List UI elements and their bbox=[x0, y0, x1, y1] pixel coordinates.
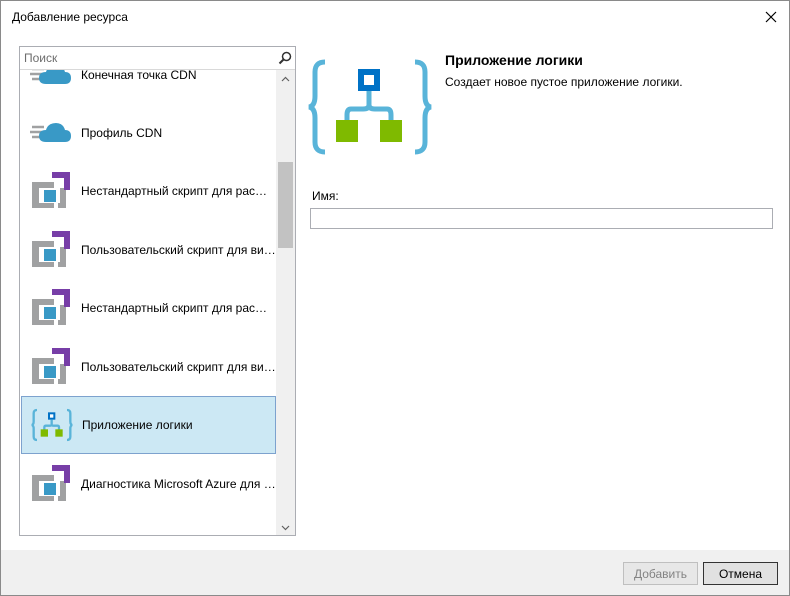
list-item-label: Приложение логики bbox=[82, 418, 193, 432]
resource-list: Конечная точка CDN Профиль CDN Нестандар… bbox=[20, 70, 276, 535]
title-bar: Добавление ресурса bbox=[1, 1, 789, 33]
vm-extension-icon bbox=[30, 170, 72, 212]
scroll-up-button[interactable] bbox=[276, 70, 295, 87]
logic-app-icon bbox=[31, 404, 73, 446]
list-item[interactable]: Пользовательский скрипт для виртуальной … bbox=[21, 221, 276, 279]
list-item-label: Нестандартный скрипт для расширения вирт… bbox=[81, 301, 276, 315]
name-label: Имя: bbox=[312, 189, 339, 203]
scroll-down-button[interactable] bbox=[276, 519, 295, 535]
list-item-label: Профиль CDN bbox=[81, 126, 163, 140]
detail-description: Создает новое пустое приложение логики. bbox=[445, 75, 683, 89]
window-title: Добавление ресурса bbox=[12, 10, 128, 24]
logic-app-icon bbox=[308, 59, 432, 155]
list-item-label: Конечная точка CDN bbox=[81, 70, 197, 82]
detail-title: Приложение логики bbox=[445, 52, 583, 68]
scroll-thumb[interactable] bbox=[278, 162, 293, 248]
chevron-up-icon bbox=[281, 76, 290, 81]
search-icon bbox=[278, 51, 292, 65]
vm-extension-icon bbox=[30, 229, 72, 271]
list-item[interactable]: Пользовательский скрипт для виртуальной … bbox=[21, 338, 276, 396]
list-item-label: Пользовательский скрипт для виртуальной … bbox=[81, 243, 276, 257]
list-item[interactable]: Конечная точка CDN bbox=[21, 70, 276, 104]
list-scrollbar[interactable] bbox=[276, 70, 295, 535]
add-resource-dialog: Добавление ресурса Конечная точка CDN Пр… bbox=[0, 0, 790, 596]
close-icon bbox=[765, 11, 777, 23]
add-button[interactable]: Добавить bbox=[623, 562, 698, 585]
list-item-label: Диагностика Microsoft Azure для виртуаль… bbox=[81, 477, 276, 491]
chevron-down-icon bbox=[281, 525, 290, 530]
cancel-button[interactable]: Отмена bbox=[703, 562, 778, 585]
vm-extension-icon bbox=[30, 463, 72, 505]
list-item[interactable]: Приложение логики bbox=[21, 396, 276, 454]
close-button[interactable] bbox=[759, 5, 783, 29]
list-item[interactable]: Нестандартный скрипт для расширения вирт… bbox=[21, 279, 276, 337]
vm-extension-icon bbox=[30, 287, 72, 329]
list-item[interactable]: Нестандартный скрипт для расширения вирт… bbox=[21, 162, 276, 220]
list-item[interactable]: Профиль CDN bbox=[21, 104, 276, 162]
resource-list-panel: Конечная точка CDN Профиль CDN Нестандар… bbox=[19, 46, 296, 536]
cdn-cloud-icon bbox=[30, 70, 72, 96]
dialog-footer: Добавить Отмена bbox=[1, 550, 789, 595]
vm-extension-icon bbox=[30, 346, 72, 388]
list-item-label: Нестандартный скрипт для расширения вирт… bbox=[81, 184, 276, 198]
search-box bbox=[20, 47, 295, 70]
cdn-cloud-icon bbox=[30, 112, 72, 154]
list-item-label: Пользовательский скрипт для виртуальной … bbox=[81, 360, 276, 374]
search-input[interactable] bbox=[20, 47, 274, 69]
list-item[interactable]: Диагностика Microsoft Azure для виртуаль… bbox=[21, 455, 276, 513]
name-input[interactable] bbox=[310, 208, 773, 229]
